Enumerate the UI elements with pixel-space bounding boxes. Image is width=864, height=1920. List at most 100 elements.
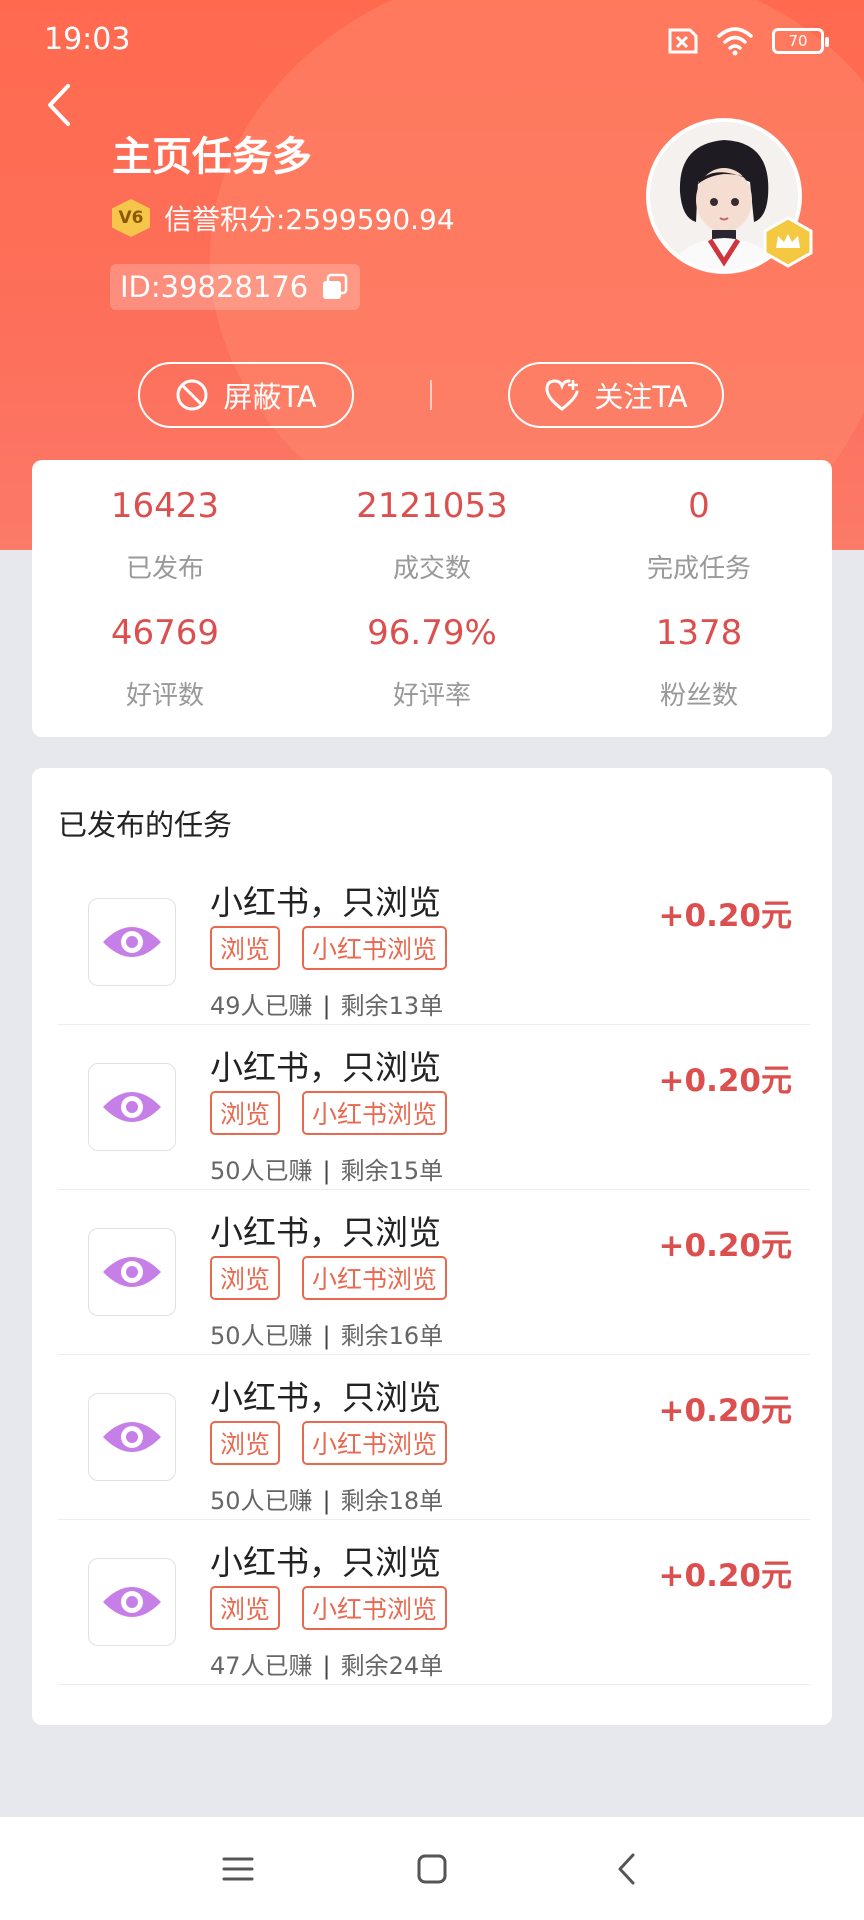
eye-icon — [103, 1422, 161, 1452]
published-tasks-card: 已发布的任务 小红书，只浏览 浏览 小红书浏览 49人已赚 | 剩余13单 +0.2… — [32, 768, 832, 1725]
wifi-icon — [717, 27, 753, 56]
heart-plus-icon — [545, 379, 579, 411]
section-title: 已发布的任务 — [58, 808, 233, 842]
task-meta: 50人已赚 | 剩余15单 — [210, 1157, 444, 1185]
back-nav-icon[interactable] — [608, 1849, 648, 1889]
task-reward: +0.20元 — [658, 898, 792, 934]
task-item[interactable]: 小红书，只浏览 浏览 小红书浏览 49人已赚 | 剩余13单 +0.20元 — [58, 860, 810, 1025]
task-tag: 浏览 — [210, 1421, 281, 1465]
task-meta: 49人已赚 | 剩余13单 — [210, 992, 444, 1020]
task-tag: 浏览 — [210, 1091, 281, 1135]
stat-label: 已发布 — [125, 554, 204, 584]
task-title: 小红书，只浏览 — [210, 1378, 441, 1417]
task-reward: +0.20元 — [658, 1228, 792, 1264]
stat-value: 0 — [688, 486, 710, 526]
stat-fans[interactable]: 1378 粉丝数 — [566, 613, 832, 712]
stat-value: 1378 — [655, 613, 743, 653]
battery-level: 70 — [788, 32, 808, 50]
task-earned: 49人已赚 — [210, 992, 313, 1020]
task-tag: 小红书浏览 — [302, 926, 448, 970]
task-item[interactable]: 小红书，只浏览 浏览 小红书浏览 50人已赚 | 剩余16单 +0.20元 — [58, 1190, 810, 1355]
stat-value: 16423 — [110, 486, 220, 526]
task-title: 小红书，只浏览 — [210, 1213, 441, 1252]
credit-row: V6 信誉积分:2599590.94 — [112, 198, 455, 238]
stat-published[interactable]: 16423 已发布 — [32, 486, 298, 585]
task-meta: 47人已赚 | 剩余24单 — [210, 1652, 444, 1680]
eye-icon — [103, 1257, 161, 1287]
task-thumbnail — [88, 1063, 176, 1151]
task-title: 小红书，只浏览 — [210, 883, 441, 922]
avatar[interactable] — [646, 118, 813, 278]
task-thumbnail — [88, 1558, 176, 1646]
crown-icon — [763, 216, 813, 268]
action-divider — [430, 380, 432, 410]
task-tag: 小红书浏览 — [302, 1421, 448, 1465]
status-time: 19:03 — [44, 22, 131, 57]
task-title: 小红书，只浏览 — [210, 1048, 441, 1087]
sim-off-icon — [668, 28, 698, 54]
stats-card: 16423 已发布 2121053 成交数 0 完成任务 46769 好评数 9… — [32, 460, 832, 737]
task-tag: 小红书浏览 — [302, 1091, 448, 1135]
page-title: 主页任务多 — [112, 134, 312, 180]
task-tags: 浏览 小红书浏览 — [210, 926, 448, 970]
menu-icon[interactable] — [218, 1849, 258, 1889]
task-tag: 浏览 — [210, 1586, 281, 1630]
task-tags: 浏览 小红书浏览 — [210, 1586, 448, 1630]
eye-icon — [103, 1092, 161, 1122]
follow-button[interactable]: 关注TA — [508, 362, 724, 428]
user-id-chip[interactable]: ID:39828176 — [110, 264, 361, 310]
block-button[interactable]: 屏蔽TA — [138, 362, 354, 428]
task-remaining: 剩余16单 — [340, 1322, 444, 1350]
task-thumbnail — [88, 1228, 176, 1316]
stat-value: 96.79% — [367, 613, 497, 653]
stat-deals[interactable]: 2121053 成交数 — [299, 486, 565, 585]
stat-value: 46769 — [110, 613, 220, 653]
task-reward: +0.20元 — [658, 1393, 792, 1429]
system-nav-bar — [0, 1817, 864, 1920]
task-item[interactable]: 小红书，只浏览 浏览 小红书浏览 50人已赚 | 剩余15单 +0.20元 — [58, 1025, 810, 1190]
back-button[interactable] — [40, 80, 80, 130]
task-earned: 47人已赚 — [210, 1652, 313, 1680]
status-icons: 70 — [664, 26, 829, 56]
task-tags: 浏览 小红书浏览 — [210, 1091, 448, 1135]
task-reward: +0.20元 — [658, 1558, 792, 1594]
stat-good-rate[interactable]: 96.79% 好评率 — [299, 613, 565, 712]
task-tags: 浏览 小红书浏览 — [210, 1256, 448, 1300]
eye-icon — [103, 927, 161, 957]
battery-icon: 70 — [772, 28, 829, 54]
block-icon — [176, 379, 208, 411]
task-remaining: 剩余15单 — [340, 1157, 444, 1185]
status-bar: 19:03 70 — [0, 0, 864, 86]
eye-icon — [103, 1587, 161, 1617]
task-title: 小红书，只浏览 — [210, 1543, 441, 1582]
stat-label: 好评数 — [125, 681, 204, 711]
copy-icon[interactable] — [320, 272, 350, 302]
task-tag: 浏览 — [210, 1256, 281, 1300]
user-id: ID:39828176 — [120, 270, 309, 304]
task-remaining: 剩余13单 — [340, 992, 444, 1020]
stat-label: 好评率 — [392, 681, 471, 711]
back-arrow-icon — [48, 84, 70, 126]
task-tag: 小红书浏览 — [302, 1586, 448, 1630]
task-tags: 浏览 小红书浏览 — [210, 1421, 448, 1465]
task-reward: +0.20元 — [658, 1063, 792, 1099]
level-badge: V6 — [112, 199, 150, 237]
task-earned: 50人已赚 — [210, 1487, 313, 1515]
stat-value: 2121053 — [356, 486, 508, 526]
stat-label: 完成任务 — [646, 554, 751, 584]
task-meta: 50人已赚 | 剩余18单 — [210, 1487, 444, 1515]
follow-label: 关注TA — [594, 380, 688, 414]
task-tag: 小红书浏览 — [302, 1256, 448, 1300]
task-earned: 50人已赚 — [210, 1322, 313, 1350]
stat-label: 粉丝数 — [659, 681, 738, 711]
stat-good-reviews[interactable]: 46769 好评数 — [32, 613, 298, 712]
task-remaining: 剩余24单 — [340, 1652, 444, 1680]
stat-completed[interactable]: 0 完成任务 — [566, 486, 832, 585]
credit-score: 信誉积分:2599590.94 — [164, 203, 455, 236]
task-item[interactable]: 小红书，只浏览 浏览 小红书浏览 47人已赚 | 剩余24单 +0.20元 — [58, 1520, 810, 1685]
home-square-icon[interactable] — [412, 1849, 452, 1889]
task-meta: 50人已赚 | 剩余16单 — [210, 1322, 444, 1350]
task-item[interactable]: 小红书，只浏览 浏览 小红书浏览 50人已赚 | 剩余18单 +0.20元 — [58, 1355, 810, 1520]
task-tag: 浏览 — [210, 926, 281, 970]
task-earned: 50人已赚 — [210, 1157, 313, 1185]
